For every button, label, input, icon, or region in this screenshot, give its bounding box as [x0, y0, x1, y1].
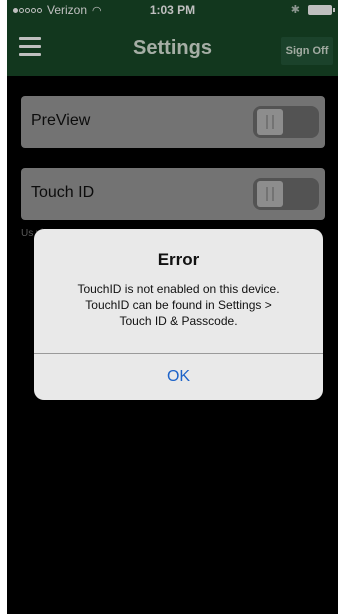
alert-message-line: TouchID can be found in Settings > [85, 298, 272, 312]
alert-message-line: Touch ID & Passcode. [119, 314, 238, 328]
ok-button[interactable]: OK [34, 354, 323, 400]
phone-screen: Verizon ◠ 1:03 PM ✱ Settings Sign Off Pr… [7, 0, 338, 614]
alert-title: Error [157, 250, 200, 269]
alert-message-line: TouchID is not enabled on this device. [77, 282, 280, 296]
alert-message: TouchID is not enabled on this device. T… [44, 281, 313, 329]
error-alert-dialog: Error TouchID is not enabled on this dev… [34, 229, 323, 400]
